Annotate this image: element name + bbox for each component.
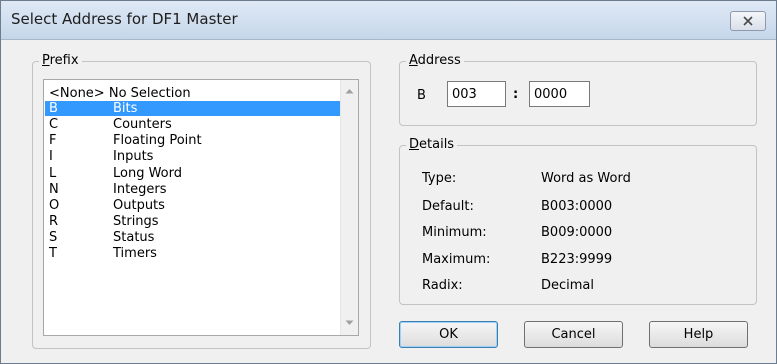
prefix-code: R [49,214,59,229]
prefix-code: N [49,182,59,197]
detail-maximum-label: Maximum: [422,252,491,267]
prefix-code: B [49,101,58,116]
prefix-desc: Inputs [113,149,154,164]
close-button[interactable] [730,11,766,31]
address-file-input[interactable] [447,81,506,107]
detail-minimum-value: B009:0000 [541,225,613,240]
window-title: Select Address for DF1 Master [11,10,238,28]
prefix-code: I [49,149,53,164]
list-item[interactable]: I Inputs [45,149,340,164]
prefix-desc: Floating Point [113,133,202,148]
list-item[interactable]: F Floating Point [45,133,340,148]
cancel-button[interactable]: Cancel [524,321,623,348]
prefix-desc: Counters [113,117,172,132]
prefix-code: L [49,166,57,181]
ok-button[interactable]: OK [399,321,498,348]
scroll-up-arrow-icon[interactable] [345,88,354,94]
prefix-desc: Bits [113,101,138,116]
detail-type-label: Type: [422,171,457,186]
prefix-code: <None> [49,86,105,101]
list-item[interactable]: R Strings [45,214,340,229]
address-group-label: Address [406,53,464,69]
dialog-window: Select Address for DF1 Master Prefix <No… [0,0,777,364]
list-item[interactable]: T Timers [45,246,340,261]
help-button[interactable]: Help [649,321,748,348]
list-item[interactable]: L Long Word [45,166,340,181]
prefix-code: C [49,117,59,132]
list-item[interactable]: N Integers [45,182,340,197]
detail-radix-label: Radix: [422,278,463,293]
listbox-scrollbar[interactable] [340,80,358,335]
list-item-selected[interactable]: B Bits [45,101,340,116]
prefix-code: O [49,198,60,213]
detail-default-label: Default: [422,199,474,214]
title-bar[interactable]: Select Address for DF1 Master [1,1,776,40]
list-item[interactable]: S Status [45,230,340,245]
address-element-input[interactable] [529,81,590,107]
details-group-label: Details [406,137,458,153]
list-item[interactable]: <None> No Selection [45,86,340,101]
detail-radix-value: Decimal [541,278,595,293]
prefix-desc: Status [113,230,155,245]
detail-type-value: Word as Word [541,171,631,186]
address-prefix-label: B [417,88,426,103]
prefix-desc: No Selection [108,86,191,101]
list-item[interactable]: C Counters [45,117,340,132]
detail-minimum-label: Minimum: [422,225,487,240]
prefix-group-label: Prefix [39,53,82,69]
prefix-desc: Long Word [113,166,183,181]
scroll-down-arrow-icon[interactable] [345,320,354,326]
list-item[interactable]: O Outputs [45,198,340,213]
prefix-desc: Timers [113,246,157,261]
close-icon [743,16,753,26]
detail-default-value: B003:0000 [541,199,613,214]
detail-maximum-value: B223:9999 [541,252,613,267]
prefix-desc: Strings [113,214,159,229]
prefix-code: T [49,246,57,261]
prefix-desc: Outputs [113,198,165,213]
prefix-code: S [49,230,58,245]
prefix-desc: Integers [113,182,167,197]
prefix-code: F [49,133,57,148]
address-separator: : [513,87,519,102]
prefix-listbox[interactable]: <None> No Selection B Bits C Counters F … [43,79,359,336]
